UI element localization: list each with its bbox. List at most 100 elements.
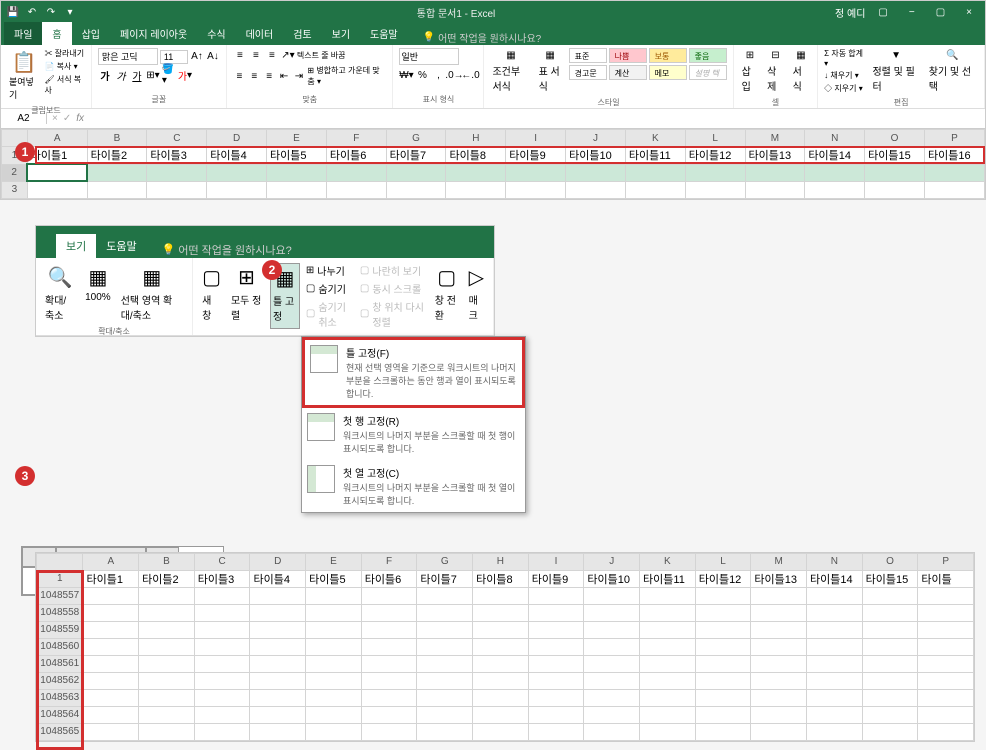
cell[interactable] — [807, 689, 863, 706]
cell[interactable] — [528, 621, 584, 638]
cell[interactable] — [83, 638, 139, 655]
file-tab[interactable]: 파일 — [4, 22, 42, 45]
cell[interactable]: 타이틀16 — [924, 147, 984, 165]
cell[interactable]: 타이틀11 — [625, 147, 685, 165]
cell[interactable] — [695, 706, 751, 723]
cell[interactable] — [528, 689, 584, 706]
cell[interactable] — [751, 723, 807, 740]
col-header-e[interactable]: E — [267, 130, 327, 147]
col-header-c[interactable]: C — [147, 130, 207, 147]
cell[interactable] — [417, 689, 473, 706]
cell[interactable] — [640, 604, 696, 621]
cell[interactable] — [751, 587, 807, 604]
style-note[interactable]: 메모 — [649, 65, 687, 80]
cell[interactable] — [807, 621, 863, 638]
style-neutral[interactable]: 보통 — [649, 48, 687, 63]
cell[interactable] — [862, 604, 918, 621]
cell[interactable] — [361, 706, 417, 723]
cell[interactable] — [446, 181, 506, 198]
cell[interactable] — [417, 655, 473, 672]
cell[interactable] — [147, 164, 207, 181]
cell[interactable] — [805, 164, 865, 181]
cell[interactable] — [417, 723, 473, 740]
style-calc[interactable]: 계산 — [609, 65, 647, 80]
cell[interactable] — [250, 655, 306, 672]
cell[interactable] — [865, 181, 925, 198]
help-tab[interactable]: 도움말 — [360, 22, 408, 45]
comma-icon[interactable]: , — [431, 68, 445, 82]
p3-col-j[interactable]: J — [584, 553, 640, 570]
cell[interactable] — [250, 723, 306, 740]
cell[interactable] — [751, 621, 807, 638]
font-size-select[interactable]: 11 — [160, 50, 188, 64]
cell[interactable] — [306, 706, 362, 723]
p3-col-a[interactable]: A — [83, 553, 139, 570]
cell[interactable] — [584, 723, 640, 740]
cell[interactable] — [386, 181, 446, 198]
table-format-button[interactable]: ▦ 표 서식 — [537, 48, 564, 95]
format-painter-button[interactable]: 🖌 서식 복사 — [44, 74, 84, 96]
cell[interactable]: 타이틀1 — [27, 147, 87, 165]
cell[interactable] — [207, 181, 267, 198]
freeze-panes-option[interactable]: 틀 고정(F) 현재 선택 영역을 기준으로 워크시트의 나머지 부분을 스크롤… — [302, 337, 525, 408]
p3-col-i[interactable]: I — [528, 553, 584, 570]
font-color-icon[interactable]: 가▾ — [178, 68, 192, 82]
p3-row[interactable]: 1048559 — [37, 621, 83, 638]
cell[interactable] — [918, 723, 974, 740]
cell[interactable] — [751, 638, 807, 655]
cell[interactable] — [640, 672, 696, 689]
col-header-b[interactable]: B — [87, 130, 147, 147]
cell[interactable] — [506, 164, 566, 181]
row-header-3[interactable]: 3 — [2, 181, 28, 198]
autosum-button[interactable]: Σ 자동 합계 ▾ — [824, 48, 865, 68]
insert-cell-button[interactable]: ⊞ 삽입 — [740, 48, 761, 95]
cell[interactable]: 타이틀15 — [865, 147, 925, 165]
cell[interactable] — [139, 655, 195, 672]
cell[interactable] — [473, 723, 529, 740]
number-format-select[interactable]: 일반 — [399, 48, 459, 65]
cell[interactable] — [87, 181, 147, 198]
cell[interactable] — [83, 706, 139, 723]
cell[interactable] — [918, 655, 974, 672]
cell[interactable]: 타이틀3 — [194, 570, 250, 587]
review-tab[interactable]: 검토 — [283, 22, 321, 45]
cell[interactable] — [87, 164, 147, 181]
cell[interactable] — [862, 723, 918, 740]
cell[interactable] — [306, 723, 362, 740]
cell[interactable] — [685, 181, 745, 198]
cell[interactable] — [640, 655, 696, 672]
cell[interactable] — [807, 587, 863, 604]
p3-row-1[interactable]: 1 — [37, 570, 83, 587]
cell[interactable] — [194, 655, 250, 672]
cell[interactable] — [528, 706, 584, 723]
redo-icon[interactable]: ↷ — [44, 5, 58, 19]
cell[interactable] — [83, 621, 139, 638]
dec-decimal-icon[interactable]: ←.0 — [463, 68, 477, 82]
freeze-first-col-option[interactable]: 첫 열 고정(C) 워크시트의 나머지 부분을 스크롤할 때 첫 열이 표시되도… — [302, 460, 525, 512]
col-header-m[interactable]: M — [745, 130, 805, 147]
data-tab[interactable]: 데이터 — [236, 22, 284, 45]
cell[interactable] — [918, 621, 974, 638]
cell[interactable] — [807, 638, 863, 655]
cell[interactable] — [862, 706, 918, 723]
cell[interactable] — [625, 181, 685, 198]
cell[interactable]: 타이틀10 — [566, 147, 626, 165]
merge-button[interactable]: ⊞ 병합하고 가운데 맞춤 ▾ — [307, 65, 386, 87]
cell[interactable] — [83, 723, 139, 740]
cell[interactable] — [139, 689, 195, 706]
cell[interactable]: 타이틀9 — [528, 570, 584, 587]
col-header-f[interactable]: F — [326, 130, 386, 147]
cell[interactable]: 타이틀12 — [685, 147, 745, 165]
cell[interactable] — [640, 621, 696, 638]
cell[interactable] — [862, 672, 918, 689]
p3-col-p[interactable]: P — [918, 553, 974, 570]
p3-col-g[interactable]: G — [417, 553, 473, 570]
p2-help-tab[interactable]: 도움말 — [96, 234, 146, 258]
save-icon[interactable]: 💾 — [6, 5, 20, 19]
style-explain[interactable]: 설명 텍스트 — [689, 65, 727, 80]
cell[interactable]: 타이틀6 — [361, 570, 417, 587]
cell[interactable] — [473, 655, 529, 672]
cell[interactable] — [139, 638, 195, 655]
cell[interactable] — [306, 672, 362, 689]
cell[interactable] — [528, 604, 584, 621]
